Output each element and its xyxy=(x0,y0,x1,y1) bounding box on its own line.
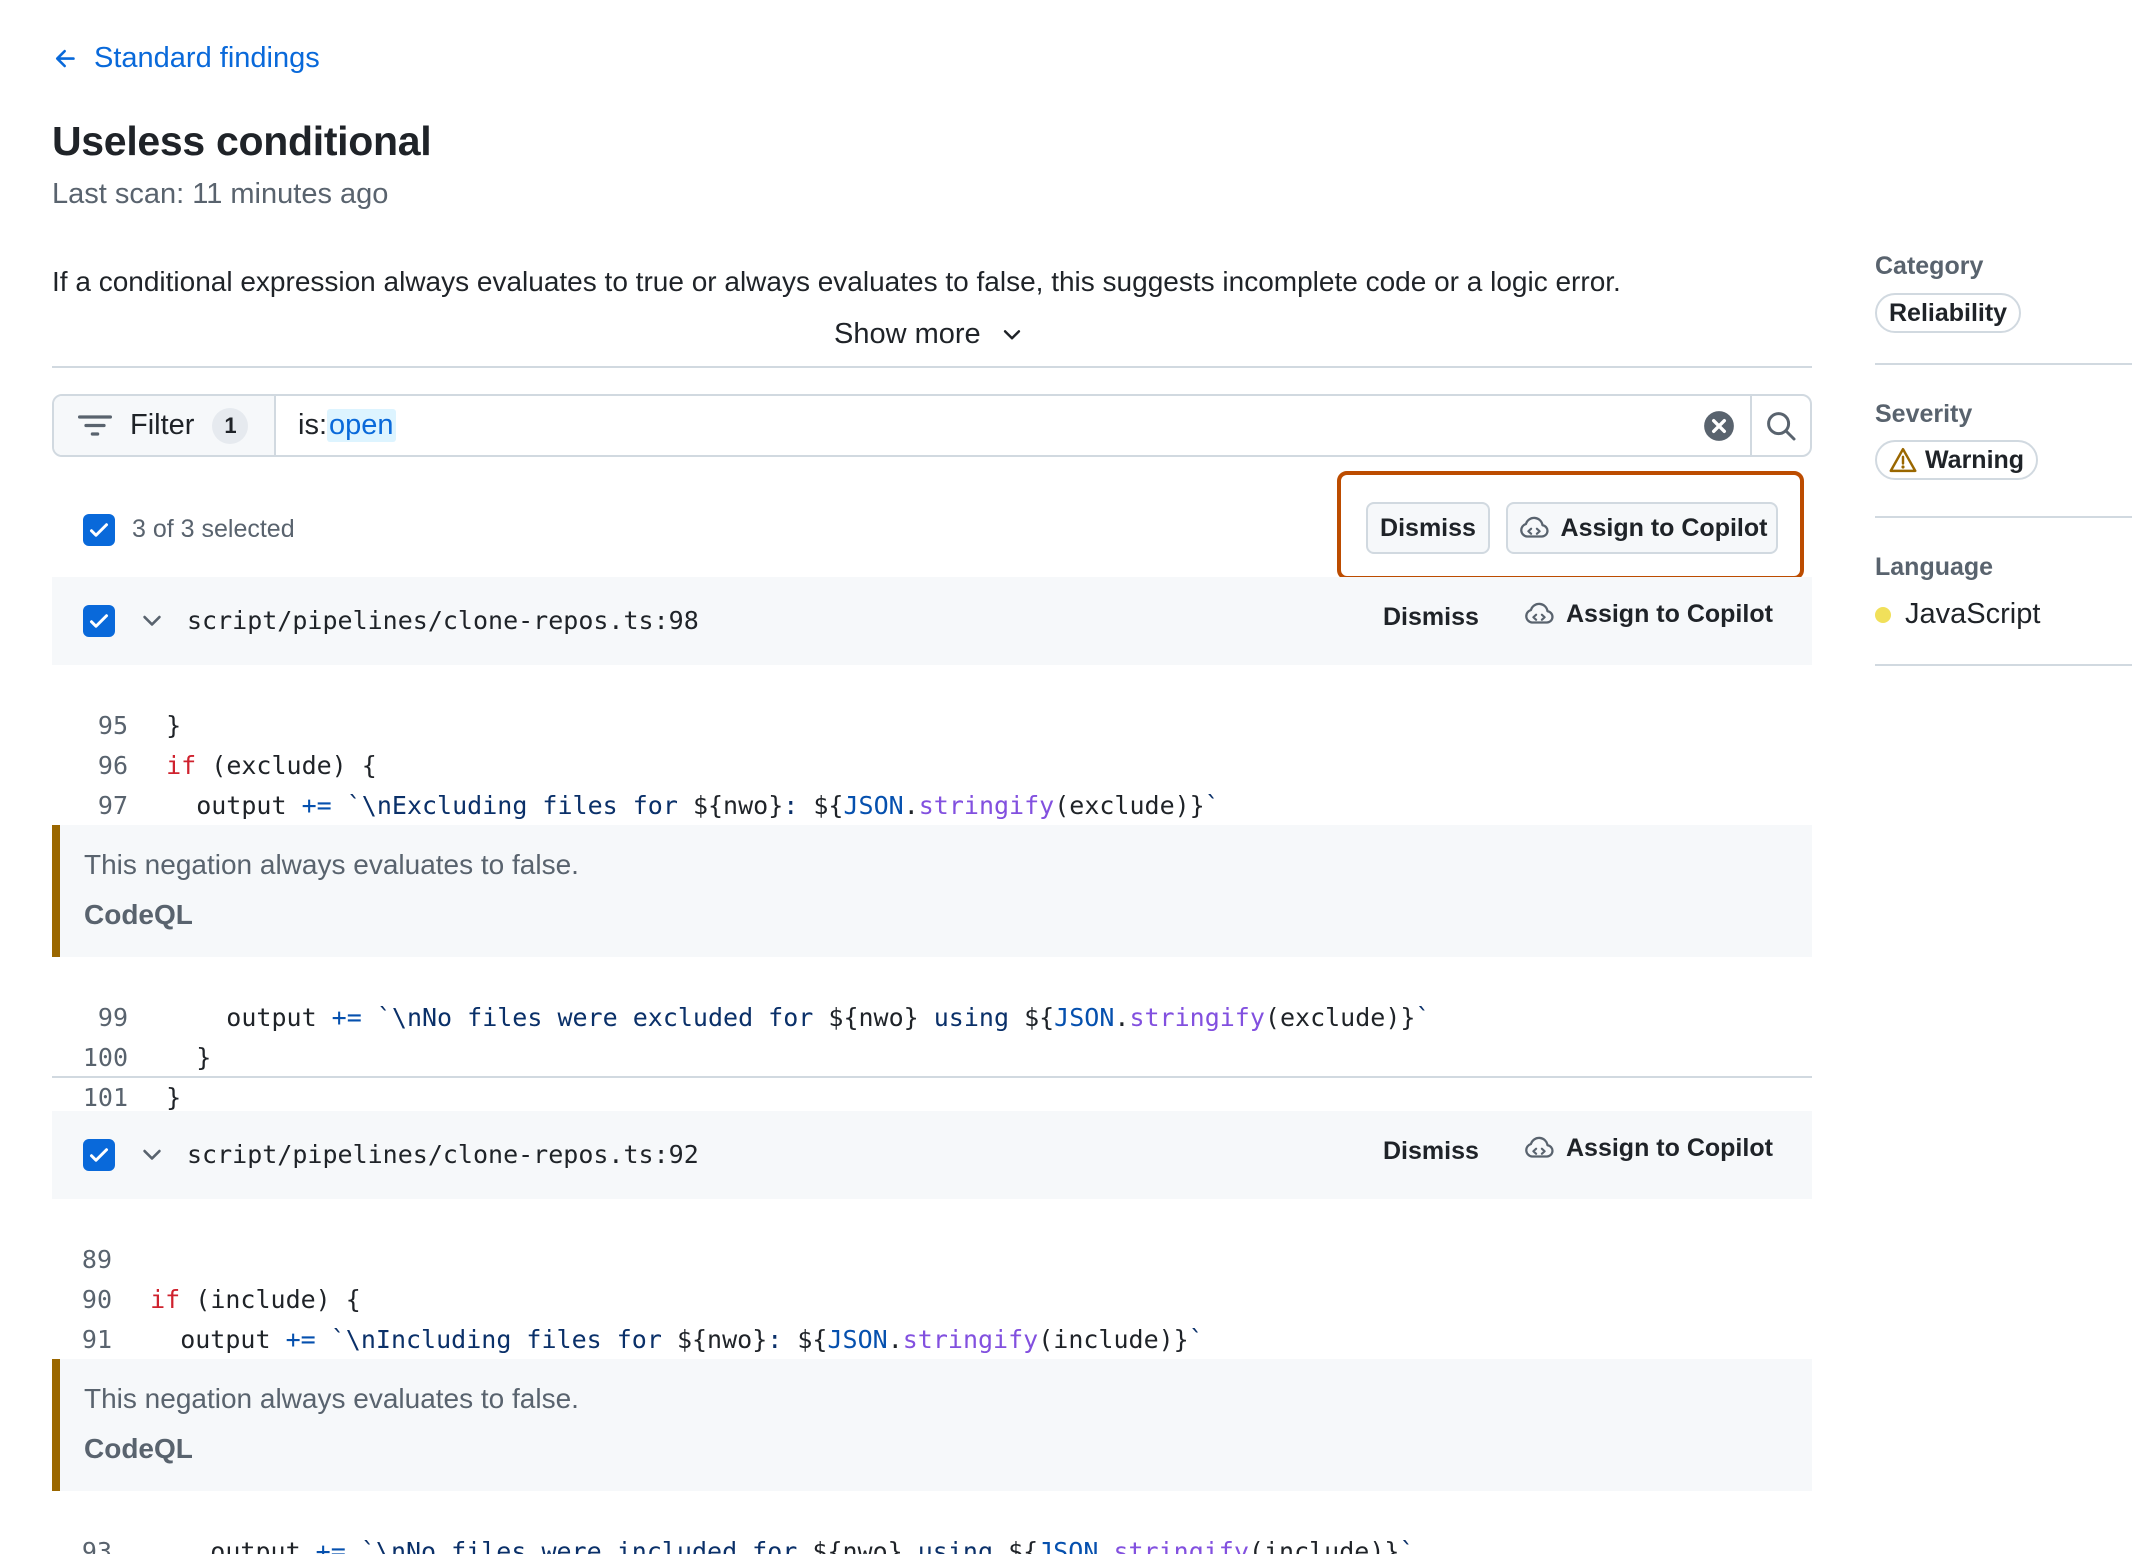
back-link-label: Standard findings xyxy=(94,42,320,74)
last-scan: Last scan: 11 minutes ago xyxy=(52,178,389,210)
divider xyxy=(1875,516,2132,518)
check-icon xyxy=(90,523,108,537)
show-more-button[interactable]: Show more xyxy=(834,318,1025,351)
filter-icon xyxy=(78,414,112,436)
alert-tool-name: CodeQL xyxy=(84,1433,193,1464)
finding-dismiss-button[interactable]: Dismiss xyxy=(1383,1137,1479,1166)
search-button[interactable] xyxy=(1750,396,1810,455)
selected-count: 3 of 3 selected xyxy=(132,515,295,543)
select-all-checkbox[interactable] xyxy=(83,514,115,546)
finding-header: script/pipelines/clone-repos.ts:98 Dismi… xyxy=(52,577,1812,665)
finding-assign-copilot-button[interactable]: Assign to Copilot xyxy=(1522,597,1773,631)
arrow-left-icon xyxy=(55,49,75,67)
code-line: 98 if (!excludeFiles(dir, exclude)) { xyxy=(52,786,708,860)
language-value-row: JavaScript xyxy=(1875,598,2040,631)
language-value: JavaScript xyxy=(1905,598,2041,630)
language-color-dot xyxy=(1875,606,1891,623)
code-line: 100 } xyxy=(52,998,211,1072)
collapse-chevron-icon[interactable] xyxy=(138,607,166,635)
query-key: is: xyxy=(298,409,327,441)
check-icon xyxy=(90,1148,108,1162)
collapse-chevron-icon[interactable] xyxy=(138,1141,166,1169)
page-title: Useless conditional xyxy=(52,118,432,164)
code-text: if (exclude) { xyxy=(166,751,377,780)
code-text: output += `\nNo files were excluded for … xyxy=(136,1003,1431,1032)
alert-message-box: This negation always evaluates to false.… xyxy=(52,825,1812,957)
clear-filter-button[interactable] xyxy=(1688,396,1750,455)
code-line: 101 } xyxy=(52,1038,181,1112)
divider xyxy=(52,366,1812,368)
finding-file-path[interactable]: script/pipelines/clone-repos.ts:92 xyxy=(187,1140,699,1169)
filter-bar: Filter 1 is: open xyxy=(52,394,1812,457)
alert-message-box: This negation always evaluates to false.… xyxy=(52,1359,1812,1491)
back-link[interactable]: Standard findings xyxy=(52,42,320,75)
x-circle-fill-icon xyxy=(1704,410,1734,441)
code-text: output += `\nNo files were included for … xyxy=(120,1537,1415,1554)
code-line: 90 if (include) { xyxy=(52,1240,361,1314)
language-label: Language xyxy=(1875,553,1994,581)
check-icon xyxy=(90,614,108,628)
finding-assign-label: Assign to Copilot xyxy=(1566,599,1773,628)
bulk-dismiss-label: Dismiss xyxy=(1380,513,1476,542)
alert-message: This negation always evaluates to false. xyxy=(84,849,579,880)
code-text: output += `\nExcluding files for ${nwo}:… xyxy=(136,791,1220,820)
code-line: 95 } xyxy=(52,666,181,740)
filter-count-badge: 1 xyxy=(212,407,249,444)
chevron-down-icon xyxy=(1003,329,1020,339)
code-line: 91 output += `\nIncluding files for ${nw… xyxy=(52,1280,1204,1354)
code-line: 93 output += `\nNo files were included f… xyxy=(52,1492,1415,1554)
category-label: Category xyxy=(1875,252,1984,280)
finding-assign-label: Assign to Copilot xyxy=(1566,1133,1773,1162)
filter-label: Filter xyxy=(130,409,195,441)
finding-file-path[interactable]: script/pipelines/clone-repos.ts:98 xyxy=(187,606,699,635)
code-line: 99 output += `\nNo files were excluded f… xyxy=(52,958,1431,1032)
bulk-assign-label: Assign to Copilot xyxy=(1560,513,1768,542)
cloud-agent-icon xyxy=(1525,1136,1554,1158)
cloud-agent-icon xyxy=(1519,516,1549,538)
search-icon xyxy=(1767,411,1796,440)
severity-value: Warning xyxy=(1925,445,2025,474)
alert-message: This negation always evaluates to false. xyxy=(84,1383,579,1414)
bulk-dismiss-button[interactable]: Dismiss xyxy=(1366,502,1490,554)
query-value: open xyxy=(327,409,396,442)
category-badge: Reliability xyxy=(1875,293,2022,333)
alert-tool-name: CodeQL xyxy=(84,899,193,930)
code-line: 92 if (!includeFiles(dir, include)) { xyxy=(52,1320,692,1394)
finding-checkbox[interactable] xyxy=(83,1139,115,1171)
code-text: if (include) { xyxy=(150,1285,361,1314)
finding-header: script/pipelines/clone-repos.ts:92 Dismi… xyxy=(52,1111,1812,1199)
cloud-agent-icon xyxy=(1525,602,1554,624)
code-text: output += `\nIncluding files for ${nwo}:… xyxy=(120,1325,1204,1354)
severity-badge: Warning xyxy=(1875,440,2039,480)
rule-description: If a conditional expression always evalu… xyxy=(52,266,1621,297)
code-text: } xyxy=(136,711,182,740)
finding-dismiss-button[interactable]: Dismiss xyxy=(1383,603,1479,632)
divider xyxy=(1875,363,2132,365)
code-line: 94 } xyxy=(52,1532,82,1554)
alert-triangle-icon xyxy=(1889,447,1917,473)
finding-assign-copilot-button[interactable]: Assign to Copilot xyxy=(1522,1131,1773,1165)
filter-button[interactable]: Filter 1 xyxy=(54,396,276,455)
category-value: Reliability xyxy=(1889,298,2008,327)
divider xyxy=(52,1076,1812,1078)
code-line: 96 if (exclude) { xyxy=(52,706,377,780)
bulk-assign-copilot-button[interactable]: Assign to Copilot xyxy=(1506,502,1778,554)
divider xyxy=(1875,664,2132,666)
code-line: 89 xyxy=(52,1200,112,1274)
finding-checkbox[interactable] xyxy=(83,605,115,637)
filter-query-input[interactable]: is: open xyxy=(276,396,1688,455)
code-text: } xyxy=(136,1043,212,1072)
show-more-label: Show more xyxy=(834,318,981,350)
code-line: 97 output += `\nExcluding files for ${nw… xyxy=(52,746,1220,820)
severity-label: Severity xyxy=(1875,400,1973,428)
